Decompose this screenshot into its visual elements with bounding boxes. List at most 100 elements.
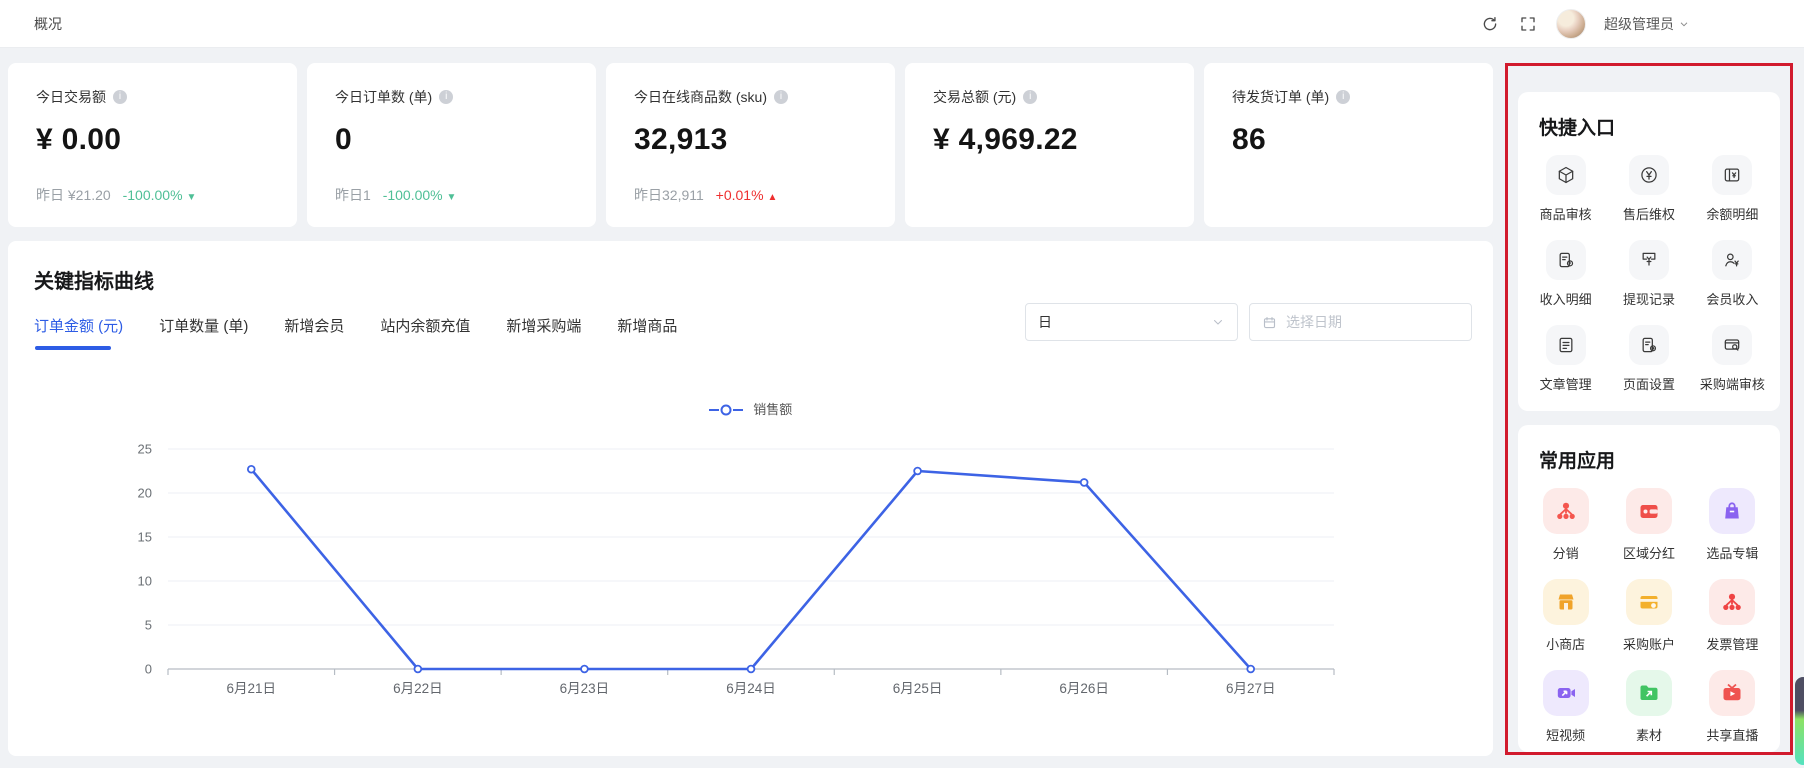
sales-line-chart: 05101520256月21日6月22日6月23日6月24日6月25日6月26日…: [32, 431, 1469, 721]
stat-card: 待发货订单 (单) i 86: [1204, 63, 1493, 227]
metric-tab[interactable]: 订单金额 (元): [34, 315, 123, 350]
quick-entry-item[interactable]: 售后维权: [1607, 155, 1690, 223]
svg-text:0: 0: [145, 662, 152, 677]
quick-entry-label: 文章管理: [1540, 374, 1592, 393]
info-icon[interactable]: i: [113, 90, 127, 104]
common-apps-title: 常用应用: [1539, 446, 1780, 473]
period-select[interactable]: 日: [1025, 303, 1238, 341]
svg-text:15: 15: [138, 530, 152, 545]
quick-entry-card: 快捷入口 商品审核 售后维权 余额明细 收入明细 提现记录 会员收入 文章管理 …: [1518, 92, 1780, 411]
app-item[interactable]: 短视频: [1524, 670, 1607, 744]
app-label: 区域分红: [1623, 543, 1675, 562]
app-item[interactable]: 区域分红: [1607, 488, 1690, 562]
member-income-icon: [1712, 240, 1752, 280]
top-bar: 概况 超级管理员: [0, 0, 1804, 48]
info-icon[interactable]: i: [774, 90, 788, 104]
page-settings-icon: [1629, 325, 1669, 365]
metric-tabs: 订单金额 (元) 订单数量 (单) 新增会员 站内余额充值 新增采购端 新增商品: [34, 315, 677, 350]
compare-label: 昨日32,911: [634, 187, 704, 203]
fullscreen-icon[interactable]: [1518, 14, 1538, 34]
region-dividend-icon: [1626, 488, 1672, 534]
app-item[interactable]: 小商店: [1524, 579, 1607, 653]
app-label: 短视频: [1546, 725, 1585, 744]
svg-text:6月27日: 6月27日: [1226, 681, 1276, 696]
quick-entry-item[interactable]: 会员收入: [1691, 240, 1774, 308]
metric-tab[interactable]: 站内余额充值: [380, 315, 470, 350]
app-item[interactable]: 采购账户: [1607, 579, 1690, 653]
quick-entry-item[interactable]: 采购端审核: [1691, 325, 1774, 393]
quick-entry-label: 页面设置: [1623, 374, 1675, 393]
legend-line-marker-icon: [709, 404, 743, 419]
quick-entry-title: 快捷入口: [1539, 113, 1780, 140]
common-apps-grid: 分销 区域分红 选品专辑 小商店 采购账户 发票管理 短视频 素材 共享直播: [1518, 488, 1780, 744]
calendar-icon: [1262, 315, 1277, 330]
svg-text:5: 5: [145, 618, 152, 633]
metric-tab[interactable]: 新增会员: [284, 315, 344, 350]
user-name-label: 超级管理员: [1604, 14, 1674, 34]
stat-card-value: ¥ 4,969.22: [933, 123, 1166, 157]
stat-card-compare: 昨日 ¥21.20 -100.00% ▼: [36, 185, 196, 205]
svg-text:6月24日: 6月24日: [726, 681, 776, 696]
trend-arrow-icon: ▼: [186, 192, 196, 203]
article-icon: [1546, 325, 1586, 365]
stat-card-label: 今日订单数 (单): [335, 87, 432, 107]
date-picker-input[interactable]: 选择日期: [1249, 303, 1472, 341]
common-apps-card: 常用应用 分销 区域分红 选品专辑 小商店 采购账户 发票管理 短视频 素材 共…: [1518, 425, 1780, 752]
app-label: 共享直播: [1706, 725, 1758, 744]
compare-label: 昨日 ¥21.20: [36, 187, 111, 203]
distribution-icon: [1543, 488, 1589, 534]
app-item[interactable]: 分销: [1524, 488, 1607, 562]
info-icon[interactable]: i: [1336, 90, 1350, 104]
stat-card-value: 32,913: [634, 123, 867, 157]
info-icon[interactable]: i: [1023, 90, 1037, 104]
change-badge: -100.00% ▼: [383, 187, 457, 203]
material-folder-icon: [1626, 670, 1672, 716]
app-item[interactable]: 发票管理: [1691, 579, 1774, 653]
quick-entry-item[interactable]: 提现记录: [1607, 240, 1690, 308]
quick-entry-item[interactable]: 页面设置: [1607, 325, 1690, 393]
user-menu[interactable]: 超级管理员: [1604, 14, 1690, 34]
user-avatar[interactable]: [1556, 9, 1586, 39]
app-label: 采购账户: [1623, 634, 1675, 653]
quick-entry-item[interactable]: 余额明细: [1691, 155, 1774, 223]
svg-text:20: 20: [138, 486, 152, 501]
app-item[interactable]: 素材: [1607, 670, 1690, 744]
yen-circle-icon: [1629, 155, 1669, 195]
app-item[interactable]: 共享直播: [1691, 670, 1774, 744]
quick-entry-item[interactable]: 收入明细: [1524, 240, 1607, 308]
stat-card: 今日在线商品数 (sku) i 32,913 昨日32,911 +0.01% ▲: [606, 63, 895, 227]
compare-label: 昨日1: [335, 187, 371, 203]
stat-card-compare: 昨日1 -100.00% ▼: [335, 185, 456, 205]
app-label: 选品专辑: [1706, 543, 1758, 562]
change-badge: +0.01% ▲: [716, 187, 778, 203]
svg-text:6月26日: 6月26日: [1059, 681, 1109, 696]
scrollbar-thumb[interactable]: [1795, 677, 1804, 765]
quick-entry-label: 余额明细: [1706, 204, 1758, 223]
refresh-icon[interactable]: [1480, 14, 1500, 34]
metric-tab[interactable]: 新增商品: [617, 315, 677, 350]
stat-card-label: 待发货订单 (单): [1232, 87, 1329, 107]
withdraw-icon: [1629, 240, 1669, 280]
quick-entry-label: 采购端审核: [1700, 374, 1765, 393]
quick-entry-label: 会员收入: [1706, 289, 1758, 308]
stat-card-value: ¥ 0.00: [36, 123, 269, 157]
svg-text:25: 25: [138, 442, 152, 457]
stat-card: 今日订单数 (单) i 0 昨日1 -100.00% ▼: [307, 63, 596, 227]
quick-entry-item[interactable]: 商品审核: [1524, 155, 1607, 223]
collection-bag-icon: [1709, 488, 1755, 534]
info-icon[interactable]: i: [439, 90, 453, 104]
invoice-icon: [1709, 579, 1755, 625]
legend-label: 销售额: [753, 402, 792, 417]
app-item[interactable]: 选品专辑: [1691, 488, 1774, 562]
app-label: 发票管理: [1706, 634, 1758, 653]
metric-tab[interactable]: 订单数量 (单): [159, 315, 248, 350]
date-picker-placeholder: 选择日期: [1286, 312, 1342, 332]
quick-entry-item[interactable]: 文章管理: [1524, 325, 1607, 393]
stat-cards-row: 今日交易额 i ¥ 0.00 昨日 ¥21.20 -100.00% ▼ 今日订单…: [8, 63, 1493, 227]
period-select-value: 日: [1038, 312, 1052, 332]
stat-card-label: 交易总额 (元): [933, 87, 1016, 107]
stat-card-label: 今日交易额: [36, 87, 106, 107]
chart-legend[interactable]: 销售额: [8, 399, 1493, 419]
metric-tab[interactable]: 新增采购端: [506, 315, 581, 350]
stat-card-value: 86: [1232, 123, 1465, 157]
